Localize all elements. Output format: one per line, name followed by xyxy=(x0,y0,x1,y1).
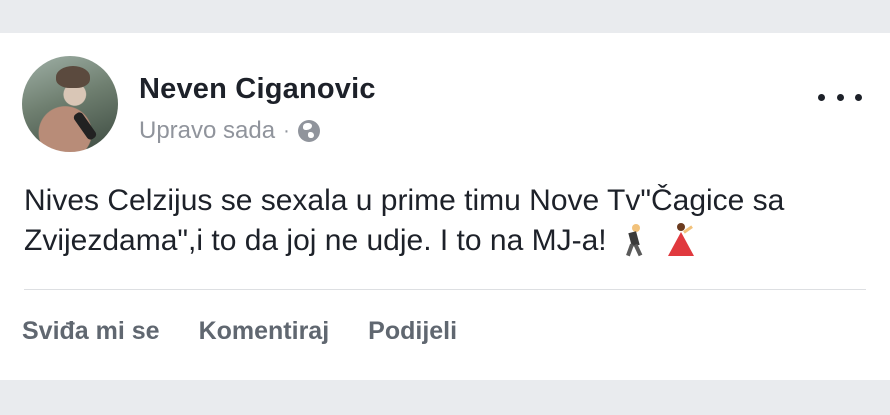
comment-button[interactable]: Komentiraj xyxy=(199,317,330,346)
actions-divider xyxy=(24,289,866,290)
globe-icon[interactable] xyxy=(297,120,320,142)
avatar-hair xyxy=(56,66,90,88)
author-avatar[interactable] xyxy=(22,56,118,152)
meta-separator: · xyxy=(283,119,290,142)
post-actions: Sviđa mi se Komentiraj Podijeli xyxy=(22,317,496,346)
post-timestamp[interactable]: Upravo sada xyxy=(139,117,275,145)
more-dot xyxy=(818,93,825,101)
post-card: Neven Ciganovic Upravo sada · Nives Celz… xyxy=(0,33,890,380)
like-button[interactable]: Sviđa mi se xyxy=(22,317,160,346)
feed-background-top xyxy=(0,0,890,33)
man-dancing-emoji xyxy=(618,222,652,257)
woman-dancing-emoji xyxy=(663,222,697,256)
more-options-icon[interactable] xyxy=(818,91,862,103)
avatar-microphone xyxy=(72,110,98,142)
post-body: Nives Celzijus se sexala u prime timu No… xyxy=(24,181,864,261)
feed-background-bottom xyxy=(0,380,890,415)
post-meta: Upravo sada · xyxy=(139,117,320,145)
more-dot xyxy=(836,93,844,101)
more-dot xyxy=(855,93,862,101)
share-button[interactable]: Podijeli xyxy=(368,317,457,346)
author-name[interactable]: Neven Ciganovic xyxy=(139,73,376,106)
